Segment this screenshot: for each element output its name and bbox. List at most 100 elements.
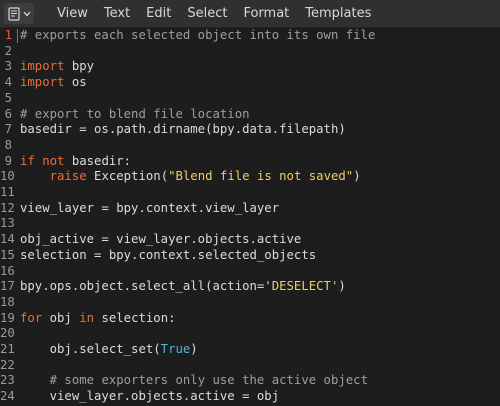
code-token: selection = bpy.context.selected_objects: [20, 247, 317, 262]
code-line[interactable]: 1 # exports each selected object into its…: [0, 28, 500, 44]
line-number: 5: [4, 90, 12, 105]
code-line[interactable]: 7 basedir = os.path.dirname(bpy.data.file…: [0, 122, 500, 138]
code-line[interactable]: 24 view_layer.objects.active = obj: [0, 389, 500, 405]
code-line[interactable]: 17 bpy.ops.object.select_all(action='DESE…: [0, 279, 500, 295]
code-text: import os: [20, 75, 87, 91]
line-number: 7: [4, 122, 12, 137]
code-token: obj: [42, 310, 80, 325]
line-number: 2: [4, 43, 12, 58]
code-line[interactable]: 8: [0, 138, 500, 154]
line-number: 23: [0, 373, 15, 388]
line-number: 6: [4, 106, 12, 121]
line-number: 19: [0, 310, 15, 325]
code-token: ): [338, 279, 346, 294]
code-text: if not basedir:: [20, 154, 131, 170]
menu-format[interactable]: Format: [235, 0, 297, 27]
code-text: for obj in selection:: [20, 311, 176, 327]
code-line[interactable]: 2: [0, 44, 500, 60]
code-keyword: import: [20, 75, 65, 90]
code-text: obj_active = view_layer.objects.active: [20, 232, 301, 248]
line-number: 9: [4, 153, 12, 168]
line-number: 18: [0, 294, 15, 309]
menu-bar: View Text Edit Select Format Templates: [49, 0, 379, 27]
code-line[interactable]: 6 # export to blend file location: [0, 107, 500, 123]
code-line[interactable]: 21 obj.select_set(True): [0, 342, 500, 358]
code-text: selection = bpy.context.selected_objects: [20, 248, 316, 264]
line-number: 10: [0, 169, 15, 184]
code-line[interactable]: 16: [0, 264, 500, 280]
code-keyword: raise: [49, 169, 87, 184]
code-comment: # exports each selected object into its …: [20, 28, 376, 42]
code-token: bpy: [64, 59, 95, 74]
code-token: os: [64, 75, 87, 90]
code-line[interactable]: 19 for obj in selection:: [0, 311, 500, 327]
menu-templates[interactable]: Templates: [297, 0, 379, 27]
code-line[interactable]: 22: [0, 358, 500, 374]
line-number: 8: [4, 137, 12, 152]
code-token: selection:: [94, 310, 176, 325]
code-line[interactable]: 14 obj_active = view_layer.objects.active: [0, 232, 500, 248]
line-number: 1: [4, 28, 12, 42]
code-line[interactable]: 9 if not basedir:: [0, 154, 500, 170]
chevron-down-icon: [23, 11, 30, 16]
code-token: bpy.ops.object.select_all(action=: [20, 279, 265, 294]
text-editor-header: View Text Edit Select Format Templates: [0, 0, 500, 28]
code-token: obj_active = view_layer.objects.active: [20, 232, 302, 247]
code-token: obj.select_set(: [20, 342, 161, 356]
code-line[interactable]: 12 view_layer = bpy.context.view_layer: [0, 201, 500, 217]
code-text: # exports each selected object into its …: [20, 28, 375, 44]
code-string: 'DESELECT': [264, 279, 339, 294]
menu-edit[interactable]: Edit: [138, 0, 179, 27]
code-keyword: in: [79, 310, 95, 325]
line-number: 20: [0, 326, 15, 341]
line-number: 24: [0, 389, 15, 404]
code-line[interactable]: 4 import os: [0, 75, 500, 91]
line-number: 3: [4, 59, 12, 74]
code-line[interactable]: 11: [0, 185, 500, 201]
code-token: Exception(: [86, 169, 169, 184]
code-token: basedir = os.path.dirname(bpy.data.filep…: [20, 122, 346, 137]
code-editor[interactable]: 1 # exports each selected object into its…: [0, 28, 500, 406]
code-text: raise Exception("Blend file is not saved…: [20, 169, 361, 185]
code-token: view_layer = bpy.context.view_layer: [20, 200, 280, 215]
code-token: view_layer.objects.active = obj: [20, 389, 280, 404]
menu-text[interactable]: Text: [96, 0, 138, 27]
code-token: ): [190, 342, 198, 356]
code-line[interactable]: 5: [0, 91, 500, 107]
code-comment: # export to blend file location: [20, 106, 250, 121]
code-line[interactable]: 20: [0, 326, 500, 342]
code-line[interactable]: 3 import bpy: [0, 59, 500, 75]
line-number: 21: [0, 342, 15, 356]
line-number: 4: [4, 75, 12, 90]
code-token: basedir:: [64, 153, 132, 168]
code-line[interactable]: 15 selection = bpy.context.selected_objec…: [0, 248, 500, 264]
code-token: ): [353, 169, 361, 184]
line-number: 14: [0, 232, 15, 247]
code-line[interactable]: 10 raise Exception("Blend file is not sa…: [0, 169, 500, 185]
text-editor-icon: [7, 6, 20, 21]
menu-view[interactable]: View: [49, 0, 96, 27]
line-number: 17: [0, 279, 15, 294]
editor-type-selector[interactable]: [4, 3, 34, 24]
code-keyword: import: [20, 59, 65, 74]
menu-select[interactable]: Select: [179, 0, 235, 27]
code-comment: # some exporters only use the active obj…: [49, 373, 368, 388]
code-keyword: for: [20, 310, 43, 325]
code-text: bpy.ops.object.select_all(action='DESELE…: [20, 279, 346, 295]
code-line[interactable]: 18: [0, 295, 500, 311]
line-number: 13: [0, 216, 15, 231]
code-text: view_layer.objects.active = obj: [20, 389, 280, 405]
code-line[interactable]: 23 # some exporters only use the active …: [0, 373, 500, 389]
code-text: # export to blend file location: [20, 107, 250, 123]
code-text: import bpy: [20, 59, 94, 75]
code-text: # some exporters only use the active obj…: [20, 373, 368, 389]
code-keyword: not: [42, 153, 65, 168]
code-text: basedir = os.path.dirname(bpy.data.filep…: [20, 122, 346, 138]
code-text: view_layer = bpy.context.view_layer: [20, 201, 279, 217]
line-number: 16: [0, 263, 15, 278]
line-number: 12: [0, 200, 15, 215]
code-string: "Blend file is not saved": [168, 169, 354, 184]
code-line[interactable]: 13: [0, 216, 500, 232]
